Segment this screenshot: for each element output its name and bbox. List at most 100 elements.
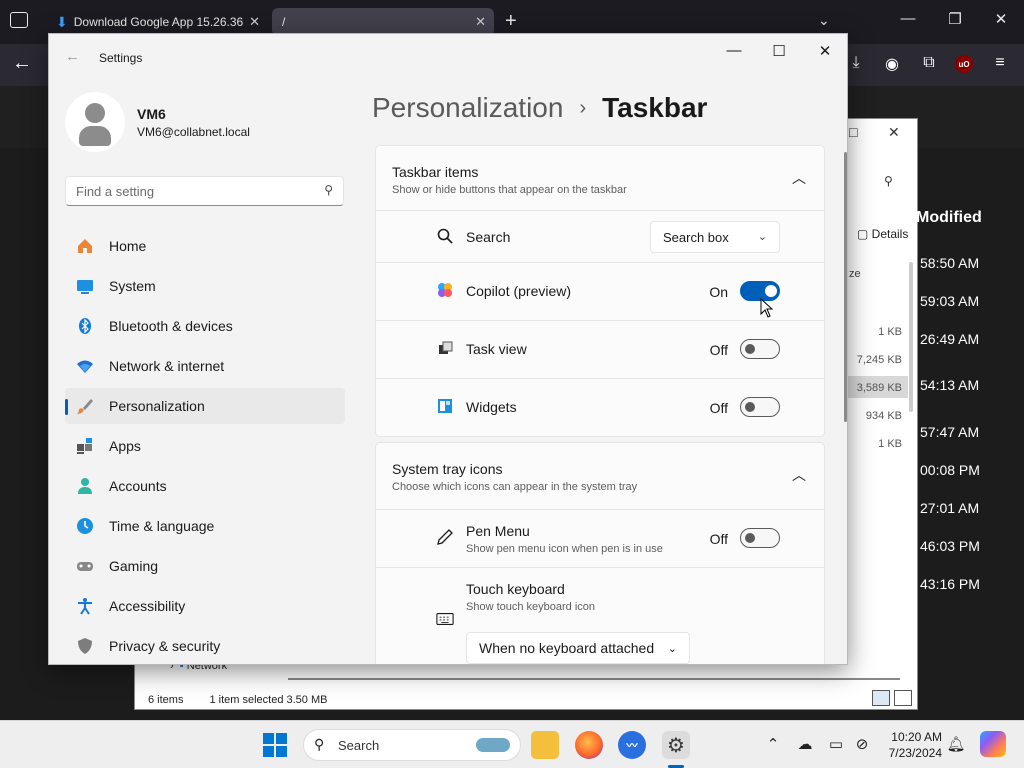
section-subtitle: Show or hide buttons that appear on the …: [392, 184, 627, 196]
tab-close-icon[interactable]: ✕: [475, 14, 486, 30]
download-icon[interactable]: ⤓: [845, 54, 867, 72]
close-button[interactable]: ✕: [813, 42, 837, 60]
chevron-up-icon[interactable]: ︿: [792, 168, 806, 188]
browser-close-button[interactable]: ✕: [991, 10, 1011, 28]
taskbar-clock[interactable]: 10:20 AM 7/23/2024: [882, 729, 942, 761]
back-arrow-icon[interactable]: ←: [65, 48, 80, 65]
nav-item-time-language[interactable]: Time & language: [65, 508, 345, 544]
nav-label: Network & internet: [109, 358, 225, 374]
pen-menu-row: Pen Menu Show pen menu icon when pen is …: [375, 510, 825, 568]
search-mode-dropdown[interactable]: Search box ⌄: [650, 221, 780, 253]
nav-item-gaming[interactable]: Gaming: [65, 548, 345, 584]
browser-maximize-button[interactable]: ❐: [945, 10, 965, 28]
windows-start-icon[interactable]: [263, 733, 287, 757]
explorer-scrollbar[interactable]: [909, 262, 913, 412]
cloud-offline-icon[interactable]: ☁: [795, 735, 815, 753]
tab-list-icon[interactable]: [10, 12, 28, 28]
pen-menu-toggle[interactable]: [740, 528, 780, 548]
task-view-icon: [436, 339, 454, 357]
search-icon[interactable]: ⚲: [884, 174, 893, 188]
explorer-horizontal-scrollbar[interactable]: [288, 678, 900, 680]
widgets-icon: [436, 397, 454, 415]
mouse-cursor-icon: [760, 298, 774, 318]
new-tab-button[interactable]: +: [505, 10, 517, 33]
modified-time: 54:13 AM: [920, 377, 980, 393]
maximize-button[interactable]: ☐: [767, 42, 791, 60]
browser-tab-download[interactable]: ⬇ Download Google App 15.26.36 ✕: [46, 8, 268, 36]
nav-item-privacy[interactable]: Privacy & security: [65, 628, 345, 664]
avatar-head: [85, 103, 105, 123]
task-view-toggle[interactable]: [740, 339, 780, 359]
section-title: Taskbar items: [392, 164, 479, 180]
toggle-state: Off: [709, 400, 728, 416]
start-tile: [263, 733, 274, 744]
network-status-icon[interactable]: ⊘: [852, 735, 872, 753]
taskbar-search-box[interactable]: ⚲ Search: [303, 729, 521, 761]
settings-titlebar: ← Settings — ☐ ✕: [49, 34, 847, 82]
breadcrumb-parent[interactable]: Personalization: [372, 92, 563, 124]
browser-minimize-button[interactable]: —: [898, 10, 918, 27]
clock-time: 10:20 AM: [891, 730, 942, 744]
toggle-state: Off: [709, 342, 728, 358]
nav-item-network[interactable]: Network & internet: [65, 348, 345, 384]
minimize-button[interactable]: —: [722, 42, 746, 59]
chevron-up-icon[interactable]: ︿: [792, 465, 806, 485]
person-icon: [75, 476, 95, 496]
window-title: Settings: [99, 51, 143, 65]
nav-item-bluetooth[interactable]: Bluetooth & devices: [65, 308, 345, 344]
browser-tab-root[interactable]: / ✕: [272, 8, 494, 36]
details-button[interactable]: ▢ Details: [857, 227, 908, 241]
dropdown-value: When no keyboard attached: [479, 640, 655, 656]
nav-item-apps[interactable]: Apps: [65, 428, 345, 464]
nav-item-accessibility[interactable]: Accessibility: [65, 588, 345, 624]
file-explorer-app-icon[interactable]: [531, 731, 559, 759]
globe-clock-icon: [75, 516, 95, 536]
account-icon[interactable]: ◉: [881, 54, 903, 74]
nav-item-system[interactable]: System: [65, 268, 345, 304]
nav-item-personalization[interactable]: Personalization: [65, 388, 345, 424]
account-email: VM6@collabnet.local: [137, 125, 250, 139]
system-tray-header[interactable]: System tray icons Choose which icons can…: [375, 442, 825, 510]
chevron-down-icon[interactable]: ⌄: [818, 12, 830, 29]
brush-icon: [75, 396, 95, 416]
firefox-app-icon[interactable]: [575, 731, 603, 759]
breadcrumb: Personalization › Taskbar: [372, 92, 707, 124]
details-view-icon[interactable]: [872, 690, 890, 706]
tab-close-icon[interactable]: ✕: [249, 14, 260, 30]
explorer-close-icon[interactable]: ✕: [888, 124, 900, 141]
selection-info: 1 item selected 3.50 MB: [209, 694, 328, 706]
avatar[interactable]: [65, 92, 125, 152]
nav-item-home[interactable]: Home: [65, 228, 345, 264]
back-icon[interactable]: ←: [12, 52, 32, 75]
extensions-icon[interactable]: ⧉: [918, 54, 940, 72]
nav-item-accounts[interactable]: Accounts: [65, 468, 345, 504]
toggle-state: On: [709, 284, 728, 300]
modified-column-header[interactable]: Modified: [916, 209, 982, 227]
display-icon[interactable]: ▭: [826, 735, 846, 753]
chevron-up-icon[interactable]: ⌃: [763, 735, 783, 753]
item-count: 6 items: [148, 694, 184, 706]
touch-keyboard-dropdown[interactable]: When no keyboard attached ⌄: [466, 632, 690, 664]
ublock-icon[interactable]: uO: [955, 55, 973, 73]
search-placeholder: Find a setting: [76, 183, 155, 199]
bell-icon[interactable]: 🔔︎: [946, 735, 966, 753]
account-name: VM6: [137, 106, 166, 122]
widgets-toggle[interactable]: [740, 397, 780, 417]
app-icon[interactable]: 〰: [618, 731, 646, 759]
copilot-taskbar-icon[interactable]: [980, 731, 1006, 757]
menu-icon[interactable]: ≡: [989, 54, 1011, 72]
windows-taskbar: ⚲ Search 〰 ⚙ ⌃ ☁ ▭ ⊘ 10:20 AM 7/23/2024 …: [0, 720, 1024, 768]
keyboard-icon: [436, 610, 454, 628]
copilot-row: Copilot (preview) On: [375, 263, 825, 321]
modified-time: 26:49 AM: [920, 331, 980, 347]
tiles-view-icon[interactable]: [894, 690, 912, 706]
explorer-maximize-icon[interactable]: ☐: [848, 126, 859, 140]
modified-time: 57:47 AM: [920, 424, 980, 440]
settings-window: ← Settings — ☐ ✕ VM6 VM6@collabnet.local…: [48, 33, 848, 665]
content-scrollbar[interactable]: [844, 152, 847, 422]
nav-label: Accessibility: [109, 598, 186, 614]
settings-app-icon[interactable]: ⚙: [662, 731, 690, 759]
view-toggle[interactable]: [872, 690, 912, 706]
taskbar-items-header[interactable]: Taskbar items Show or hide buttons that …: [375, 145, 825, 211]
find-setting-input[interactable]: Find a setting ⚲: [65, 176, 344, 206]
